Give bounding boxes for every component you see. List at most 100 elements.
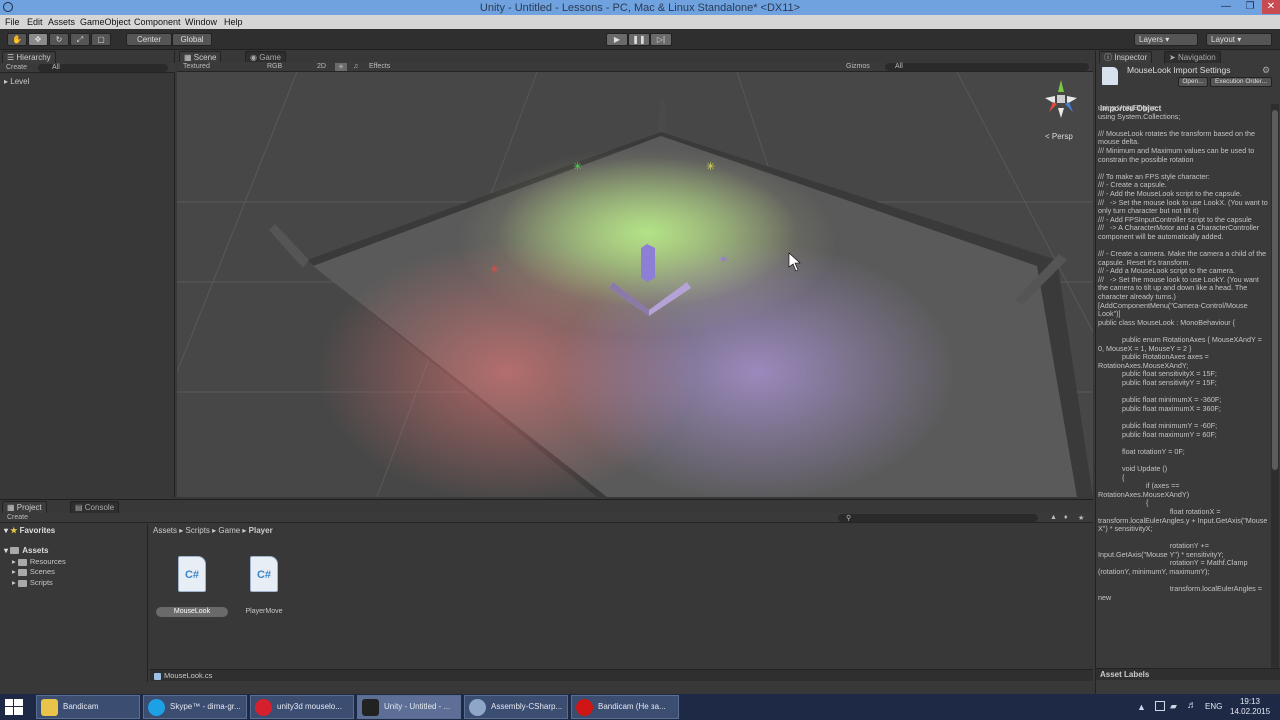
inspector-scrollbar[interactable] xyxy=(1271,104,1279,669)
menu-help[interactable]: Help xyxy=(224,17,243,27)
tray-network-icon[interactable]: ▰ xyxy=(1170,701,1177,712)
maximize-button[interactable]: ❐ xyxy=(1238,0,1262,14)
folder-item-resources[interactable]: ▸ Resources xyxy=(12,557,66,566)
pivot-center-label: Center xyxy=(136,35,161,44)
menu-component[interactable]: Component xyxy=(134,17,181,27)
menu-gameobject[interactable]: GameObject xyxy=(80,17,131,27)
tab-console[interactable]: ▤ Console xyxy=(70,501,120,513)
breadcrumb-item[interactable]: Assets xyxy=(153,526,177,535)
persp-label[interactable]: < Persp xyxy=(1045,132,1073,141)
tab-game-label: Game xyxy=(259,53,281,62)
breadcrumb-item[interactable]: Scripts xyxy=(185,526,209,535)
csharp-script-icon[interactable]: C# xyxy=(250,556,278,592)
file-label-playermove[interactable]: PlayerMove xyxy=(236,607,292,617)
move-tool-icon[interactable]: ✥ xyxy=(28,33,48,46)
folder-item-scripts[interactable]: ▸ Scripts xyxy=(12,578,53,587)
inspector-scroll-thumb[interactable] xyxy=(1272,110,1278,470)
assets-folder-item[interactable]: ▾ Assets xyxy=(4,546,49,555)
clock[interactable]: 19:13 14.02.2015 xyxy=(1230,697,1270,717)
favorites-item[interactable]: ▾ ★ Favorites xyxy=(4,526,55,535)
layout-dropdown[interactable]: Layout ▾ xyxy=(1206,33,1272,46)
inspector-asset-title: MouseLook Import Settings xyxy=(1127,65,1231,75)
tab-project[interactable]: ▦ Project xyxy=(2,501,47,513)
asset-labels-text: Asset Labels xyxy=(1100,670,1150,679)
tray-volume-icon[interactable]: ♬ xyxy=(1187,700,1197,711)
window-title: Unity - Untitled - Lessons - PC, Mac & L… xyxy=(479,2,801,14)
project-toolbar: Create ⚲ ▲ ♦ ★ xyxy=(0,513,1093,523)
hand-tool-icon[interactable]: ✋ xyxy=(7,33,27,46)
monodevelop-icon xyxy=(469,699,486,716)
tab-console-label: Console xyxy=(84,503,115,512)
favorite-star-icon[interactable]: ★ xyxy=(1078,514,1084,522)
gizmos-dropdown[interactable]: Gizmos xyxy=(846,63,870,70)
pivot-center-button[interactable]: Center xyxy=(126,33,172,46)
open-button[interactable]: Open... xyxy=(1178,77,1208,87)
rect-tool-icon[interactable]: ▢ xyxy=(91,33,111,46)
taskbar-item-opera[interactable]: unity3d mouselo... xyxy=(250,695,354,719)
step-button[interactable]: ▷| xyxy=(650,33,672,46)
filter-label-icon[interactable]: ♦ xyxy=(1064,514,1068,521)
scene-gizmo-icon[interactable] xyxy=(1039,78,1083,122)
shading-mode-dropdown[interactable]: Textured xyxy=(183,63,210,70)
tab-inspector[interactable]: ⓘ Inspector xyxy=(1099,51,1153,63)
tray-arrow-icon[interactable]: ▲ xyxy=(1137,702,1146,712)
folder-item-scenes[interactable]: ▸ Scenes xyxy=(12,567,55,576)
effects-dropdown[interactable]: Effects xyxy=(369,63,390,70)
tab-navigation-label: Navigation xyxy=(1177,53,1216,62)
play-button[interactable]: ▶ xyxy=(606,33,628,46)
pause-button[interactable]: ❚❚ xyxy=(628,33,650,46)
project-search-input[interactable]: ⚲ xyxy=(838,514,1038,522)
audio-toggle-icon[interactable]: ♫ xyxy=(353,63,358,70)
layers-dropdown[interactable]: Layers ▾ xyxy=(1134,33,1198,46)
execution-order-button[interactable]: Execution Order... xyxy=(1210,77,1272,87)
tab-navigation[interactable]: ➤ Navigation xyxy=(1164,51,1221,63)
script-code-preview: using UnityEngine; using System.Collecti… xyxy=(1098,104,1268,602)
pivot-global-button[interactable]: Global xyxy=(172,33,212,46)
toggle-2d-button[interactable]: 2D xyxy=(317,63,326,70)
hierarchy-search-input[interactable]: All xyxy=(38,64,168,72)
lighting-toggle-icon[interactable]: ☀ xyxy=(335,63,347,71)
menu-window[interactable]: Window xyxy=(185,17,217,27)
inspector-settings-icon[interactable]: ⚙ xyxy=(1262,65,1270,76)
scale-tool-icon[interactable]: ⤢ xyxy=(70,33,90,46)
opera-icon xyxy=(255,699,272,716)
breadcrumb: Assets ▸ Scripts ▸ Game ▸ Player xyxy=(153,526,273,535)
menu-file[interactable]: File xyxy=(5,17,20,27)
minimize-button[interactable]: — xyxy=(1214,0,1238,14)
taskbar-item-label: Bandicam (Не за... xyxy=(598,702,666,711)
tray-flag-icon[interactable] xyxy=(1155,701,1165,711)
tab-hierarchy[interactable]: ☰ Hierarchy xyxy=(2,51,56,63)
breadcrumb-item[interactable]: Game xyxy=(218,526,240,535)
file-label-mouselook[interactable]: MouseLook xyxy=(156,607,228,617)
taskbar-item-label: Assembly-CSharp... xyxy=(491,702,563,711)
bandicam-record-icon xyxy=(576,699,593,716)
hierarchy-item-level[interactable]: ▸ Level xyxy=(4,77,29,86)
taskbar-item-bandicam-folder[interactable]: Bandicam xyxy=(36,695,140,719)
filter-type-icon[interactable]: ▲ xyxy=(1050,514,1057,521)
tab-hierarchy-label: Hierarchy xyxy=(16,53,51,62)
windows-start-icon[interactable] xyxy=(5,699,23,715)
asset-labels-bar[interactable]: Asset Labels xyxy=(1096,668,1280,680)
input-language[interactable]: ENG xyxy=(1205,702,1222,711)
taskbar-item-label: unity3d mouselo... xyxy=(277,702,342,711)
project-panel: ▦ Project ▤ Console Create ⚲ ▲ ♦ ★ ▾ ★ F… xyxy=(0,499,1093,682)
selected-file-path: MouseLook.cs xyxy=(164,671,213,680)
csharp-script-icon[interactable]: C# xyxy=(178,556,206,592)
close-button[interactable]: ✕ xyxy=(1262,0,1280,14)
scene-toolbar: Textured RGB 2D ☀ ♫ Effects Gizmos All xyxy=(177,62,1093,72)
scene-search-input[interactable]: All xyxy=(885,63,1089,71)
breadcrumb-item-current[interactable]: Player xyxy=(249,526,273,535)
favorites-label: Favorites xyxy=(19,526,56,535)
taskbar-item-skype[interactable]: Skype™ - dima-gr... xyxy=(143,695,247,719)
rgb-dropdown[interactable]: RGB xyxy=(267,63,282,70)
hierarchy-create-button[interactable]: Create xyxy=(6,64,27,71)
scene-view[interactable]: ✳ ✳ ✳ ✳ < Persp xyxy=(177,72,1093,497)
skype-icon xyxy=(148,699,165,716)
taskbar-item-bandicam[interactable]: Bandicam (Не за... xyxy=(571,695,679,719)
menu-edit[interactable]: Edit xyxy=(27,17,43,27)
taskbar-item-unity[interactable]: Unity - Untitled - ... xyxy=(357,695,461,719)
taskbar-item-monodevelop[interactable]: Assembly-CSharp... xyxy=(464,695,568,719)
rotate-tool-icon[interactable]: ↻ xyxy=(49,33,69,46)
project-create-button[interactable]: Create xyxy=(7,514,28,521)
menu-assets[interactable]: Assets xyxy=(48,17,75,27)
